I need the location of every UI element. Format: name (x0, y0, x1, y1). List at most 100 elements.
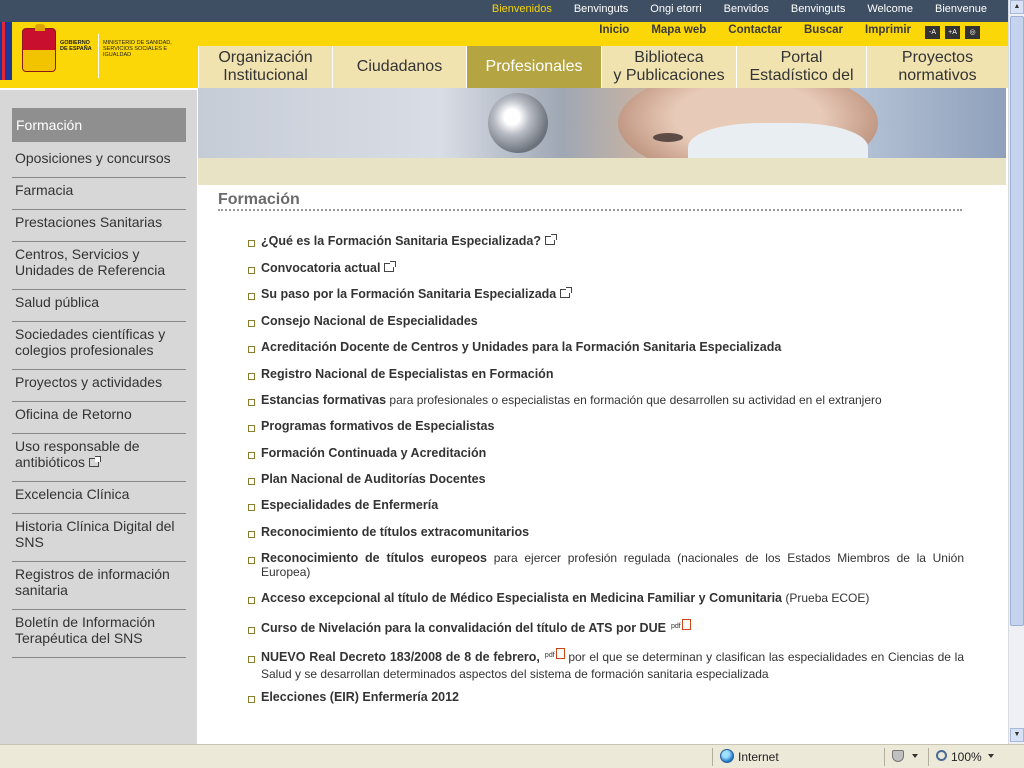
status-separator (928, 748, 929, 766)
tab-ciudadanos[interactable]: Ciudadanos (332, 46, 466, 88)
language-link-benvidos[interactable]: Benvidos (713, 3, 780, 15)
government-logo[interactable]: GOBIERNO DE ESPAÑA MINISTERIO DE SANIDAD… (0, 22, 198, 88)
external-link-icon (89, 456, 102, 467)
list-item-link[interactable]: Convocatoria actual (261, 261, 380, 275)
list-item-link[interactable]: Formación Continuada y Acreditación (261, 446, 486, 460)
pdf-icon[interactable]: pdf (671, 619, 691, 634)
list-item-link[interactable]: Acceso excepcional al título de Médico E… (261, 591, 782, 605)
tab-biblioteca-y-publicaciones[interactable]: Biblioteca y Publicaciones (601, 46, 736, 88)
utility-link-mapa-web[interactable]: Mapa web (640, 24, 717, 36)
language-link-welcome[interactable]: Welcome (856, 3, 924, 15)
sidebar-item-label: Salud pública (15, 294, 100, 310)
title-divider (218, 209, 962, 211)
banner-strip (198, 158, 1006, 185)
protected-mode-icon[interactable] (892, 750, 904, 762)
list-item: Registro Nacional de Especialistas en Fo… (248, 367, 964, 381)
sidebar-item-label: Centros, Servicios y Unidades de Referen… (15, 246, 166, 278)
sidebar-item-oposiciones-y-concursos[interactable]: Oposiciones y concursos (12, 146, 186, 178)
language-link-bienvenue[interactable]: Bienvenue (924, 3, 998, 15)
scroll-down-icon[interactable]: ▼ (1010, 728, 1024, 742)
tab-proyectos-normativos[interactable]: Proyectos normativos (866, 46, 1008, 88)
utility-link-buscar[interactable]: Buscar (793, 24, 854, 36)
tab-profesionales[interactable]: Profesionales (466, 46, 601, 88)
sidebar-item-salud-publica[interactable]: Salud pública (12, 290, 186, 322)
surgical-lamp-graphic (488, 93, 548, 153)
scrollbar-thumb[interactable] (1010, 16, 1024, 626)
list-item: Formación Continuada y Acreditación (248, 446, 964, 460)
site-header: GOBIERNO DE ESPAÑA MINISTERIO DE SANIDAD… (0, 22, 1008, 88)
sidebar-item-oficina-de-retorno[interactable]: Oficina de Retorno (12, 402, 186, 434)
list-item-link[interactable]: Especialidades de Enfermería (261, 498, 438, 512)
list-item-link[interactable]: Consejo Nacional de Especialidades (261, 314, 478, 328)
contrast-button[interactable]: ◎ (965, 26, 980, 39)
list-item-link[interactable]: NUEVO Real Decreto 183/2008 de 8 de febr… (261, 650, 540, 664)
list-item: Curso de Nivelación para la convalidació… (248, 619, 964, 638)
utility-link-imprimir[interactable]: Imprimir (854, 24, 922, 36)
sidebar-item-proyectos-y-actividades[interactable]: Proyectos y actividades (12, 370, 186, 402)
sidebar-item-label: Registros de información sanitaria (15, 566, 170, 598)
sidebar-item-uso-responsable-de-antibioticos[interactable]: Uso responsable de antibióticos (12, 434, 186, 482)
language-link-benvinguts[interactable]: Benvinguts (563, 3, 639, 15)
list-item-link[interactable]: Curso de Nivelación para la convalidació… (261, 621, 666, 635)
list-item-link[interactable]: Reconocimiento de títulos europeos (261, 551, 487, 565)
sidebar-item-centros-servicios-y-unidades-de-referencia[interactable]: Centros, Servicios y Unidades de Referen… (12, 242, 186, 290)
sidebar: Formación Oposiciones y concursos Farmaci… (0, 88, 197, 744)
pdf-icon[interactable]: pdf (545, 648, 565, 663)
list-item-link[interactable]: Reconocimiento de títulos extracomunitar… (261, 525, 529, 539)
zoom-icon[interactable] (936, 750, 947, 761)
sidebar-item-sociedades-cientificas-y-colegios-profesionales[interactable]: Sociedades científicas y colegios profes… (12, 322, 186, 370)
page-title: Formación (218, 191, 300, 208)
sidebar-item-farmacia[interactable]: Farmacia (12, 178, 186, 210)
chevron-down-icon[interactable] (988, 754, 994, 758)
list-item-link[interactable]: Registro Nacional de Especialistas en Fo… (261, 367, 553, 381)
scroll-up-icon[interactable]: ▲ (1010, 0, 1024, 14)
sidebar-item-excelencia-clinica[interactable]: Excelencia Clínica (12, 482, 186, 514)
utility-link-inicio[interactable]: Inicio (588, 24, 640, 36)
language-link-benvinguts[interactable]: Benvinguts (780, 3, 856, 15)
list-item-link[interactable]: Elecciones (EIR) Enfermería 2012 (261, 690, 459, 704)
chevron-down-icon[interactable] (912, 754, 918, 758)
list-item: Acreditación Docente de Centros y Unidad… (248, 340, 964, 354)
internet-zone-icon (720, 749, 734, 763)
sidebar-item-historia-clinica-digital-del-sns[interactable]: Historia Clínica Digital del SNS (12, 514, 186, 562)
list-item-link[interactable]: Acreditación Docente de Centros y Unidad… (261, 340, 781, 354)
zoom-level[interactable]: 100% (951, 750, 982, 764)
surgical-mask-graphic (688, 123, 868, 158)
language-link-ongi-etorri[interactable]: Ongi etorri (639, 3, 712, 15)
list-item-link[interactable]: Programas formativos de Especialistas (261, 419, 494, 433)
list-item-link[interactable]: Estancias formativas (261, 393, 386, 407)
browser-page: Bienvenidos Benvinguts Ongi etorri Benvidos… (0, 0, 1024, 768)
tab-organizacion-institucional[interactable]: Organización Institucional (198, 46, 332, 88)
external-link-icon[interactable] (560, 287, 573, 298)
list-item-link[interactable]: Su paso por la Formación Sanitaria Espec… (261, 287, 556, 301)
sidebar-item-label: Oficina de Retorno (15, 406, 132, 422)
utility-link-contactar[interactable]: Contactar (717, 24, 793, 36)
increase-text-button[interactable]: +A (945, 26, 960, 39)
pdf-label: pdf (544, 652, 555, 659)
sidebar-item-label: Oposiciones y concursos (15, 150, 171, 166)
vertical-scrollbar[interactable]: ▲ ▼ (1008, 0, 1024, 744)
pdf-label: pdf (670, 623, 681, 630)
status-separator (712, 748, 713, 766)
utility-nav: Inicio Mapa web Contactar Buscar Imprimir -A… (198, 22, 1008, 44)
external-link-icon[interactable] (544, 234, 557, 245)
sidebar-item-label: Sociedades científicas y colegios profes… (15, 326, 166, 358)
eye-graphic (653, 133, 683, 142)
coat-of-arms-icon (22, 24, 56, 72)
sidebar-item-boletin-de-informacion-terapeutica-del-sns[interactable]: Boletín de Información Terapéutica del S… (12, 610, 186, 658)
external-link-icon[interactable] (384, 261, 397, 272)
list-item: ¿Qué es la Formación Sanitaria Especiali… (248, 234, 964, 248)
sidebar-item-prestaciones-sanitarias[interactable]: Prestaciones Sanitarias (12, 210, 186, 242)
sidebar-item-label: Historia Clínica Digital del SNS (15, 518, 175, 550)
sidebar-item-formacion[interactable]: Formación (12, 108, 186, 142)
sidebar-item-label: Prestaciones Sanitarias (15, 214, 163, 230)
list-item-link[interactable]: Plan Nacional de Auditorías Docentes (261, 472, 486, 486)
ministerio-text: MINISTERIO DE SANIDAD, SERVICIOS SOCIALE… (103, 40, 172, 58)
language-link-bienvenidos[interactable]: Bienvenidos (481, 3, 563, 15)
list-item: Estancias formativas para profesionales … (248, 393, 964, 407)
decrease-text-button[interactable]: -A (925, 26, 940, 39)
list-item-link[interactable]: ¿Qué es la Formación Sanitaria Especiali… (261, 234, 541, 248)
sidebar-item-registros-de-informacion-sanitaria[interactable]: Registros de información sanitaria (12, 562, 186, 610)
tab-portal-estadistico-del[interactable]: Portal Estadístico del (736, 46, 866, 88)
sidebar-item-label: Uso responsable de antibióticos (15, 438, 140, 470)
